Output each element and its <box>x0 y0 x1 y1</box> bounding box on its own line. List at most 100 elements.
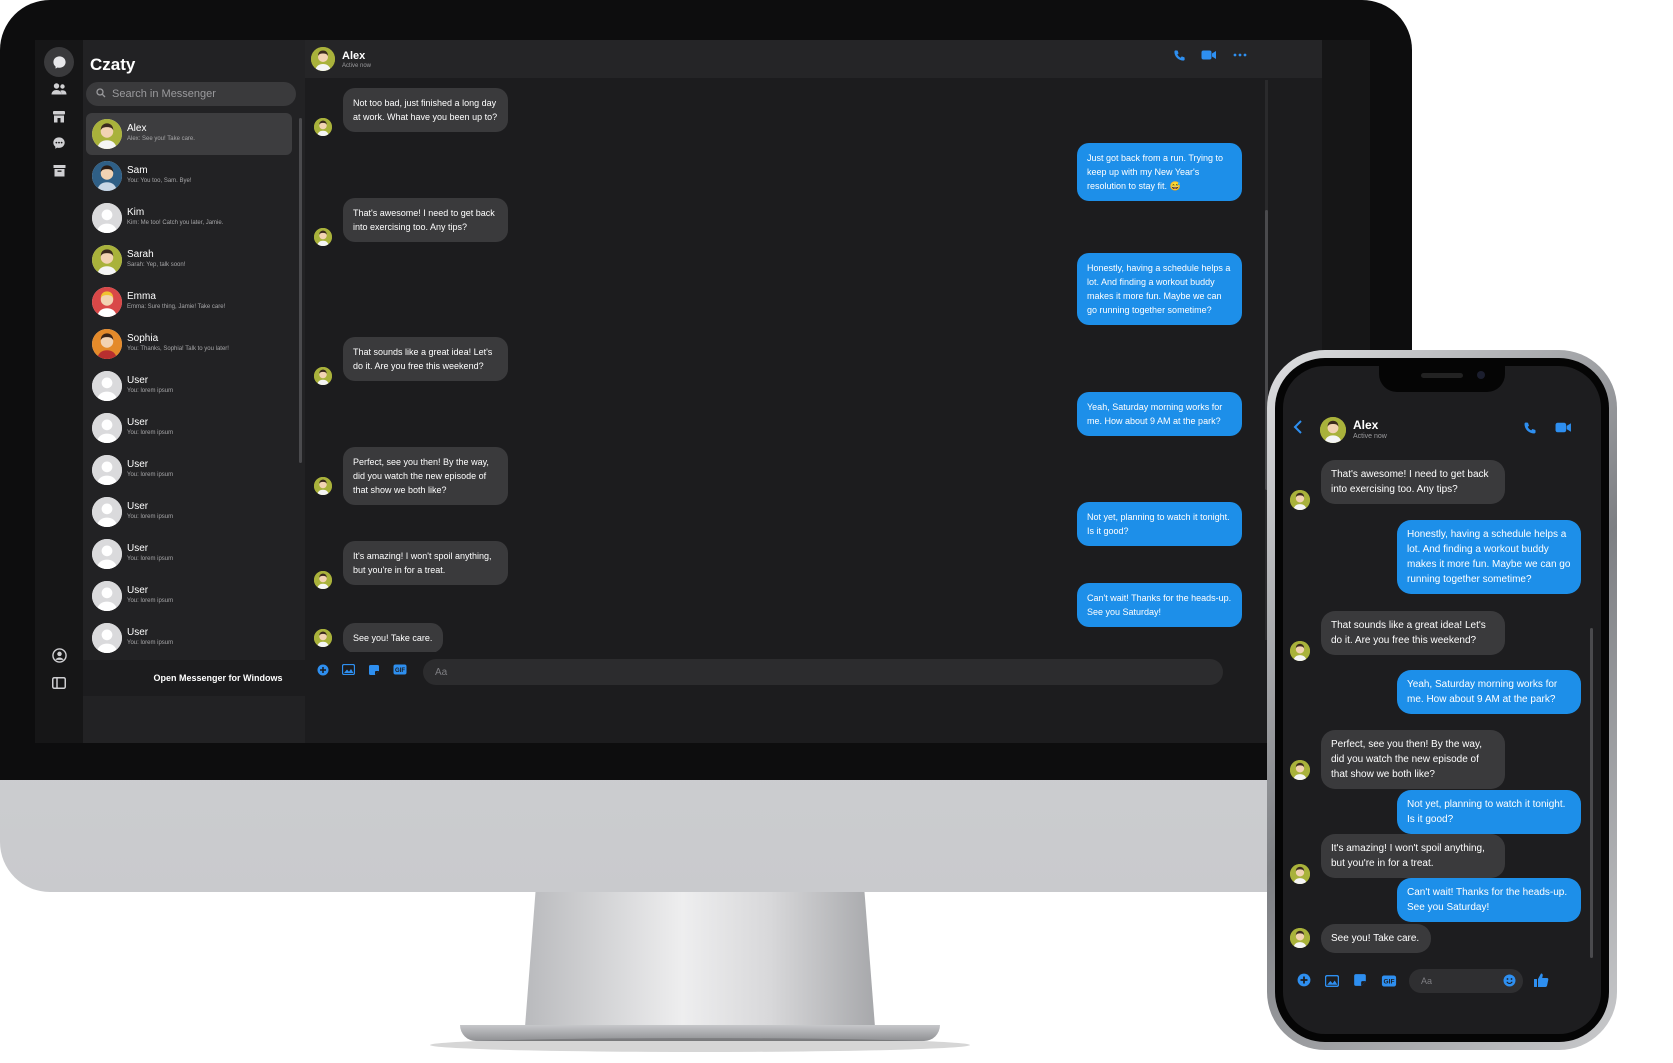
incoming-message[interactable]: It's amazing! I won't spoil anything, bu… <box>343 541 508 585</box>
contact-name: Alex <box>342 50 366 62</box>
chat-list-item[interactable]: Alex Alex: See you! Take care. <box>86 113 292 155</box>
phone-icon[interactable] <box>1173 49 1186 65</box>
sticker-icon[interactable] <box>1353 973 1367 990</box>
like-icon[interactable] <box>1533 972 1549 991</box>
incoming-message[interactable]: That sounds like a great idea! Let's do … <box>343 337 508 381</box>
mockup-stage: Czaty Alex Alex: See you! Take care. Sam Yo… <box>0 0 1673 1063</box>
incoming-message[interactable]: Not too bad, just finished a long day at… <box>343 88 508 132</box>
chat-preview: Alex: See you! Take care. <box>127 136 195 142</box>
outgoing-message[interactable]: Can't wait! Thanks for the heads-up. See… <box>1397 878 1581 922</box>
page-title: Czaty <box>90 55 136 74</box>
incoming-message[interactable]: That's awesome! I need to get back into … <box>343 198 508 242</box>
svg-text:GIF: GIF <box>395 668 405 674</box>
sidebar-toggle-icon[interactable] <box>44 668 74 698</box>
avatar <box>92 413 122 443</box>
mobile-message-composer: GIF <box>1283 960 1601 1004</box>
sticker-icon[interactable] <box>368 664 380 679</box>
incoming-message[interactable]: That sounds like a great idea! Let's do … <box>1321 611 1505 655</box>
outgoing-message[interactable]: Just got back from a run. Trying to keep… <box>1077 143 1242 201</box>
gif-icon[interactable]: GIF <box>393 664 407 678</box>
mobile-message-input[interactable] <box>1421 976 1501 986</box>
avatar <box>1290 760 1310 780</box>
incoming-message[interactable]: See you! Take care. <box>343 623 443 653</box>
outgoing-message[interactable]: Not yet, planning to watch it tonight. I… <box>1077 502 1242 546</box>
front-camera <box>1477 371 1485 379</box>
avatar <box>1290 864 1310 884</box>
avatar <box>92 245 122 275</box>
store-icon[interactable] <box>44 101 74 131</box>
chat-name: Alex <box>127 123 147 134</box>
more-icon[interactable] <box>1233 49 1247 64</box>
image-icon[interactable] <box>1324 974 1340 990</box>
incoming-message[interactable]: It's amazing! I won't spoil anything, bu… <box>1321 834 1505 878</box>
incoming-message[interactable]: See you! Take care. <box>1321 924 1431 953</box>
contact-status: Active now <box>342 63 372 69</box>
outgoing-message[interactable]: Honestly, having a schedule helps a lot.… <box>1077 253 1242 325</box>
back-icon[interactable] <box>1293 418 1303 441</box>
chat-preview: You: lorem ipsum <box>127 514 174 520</box>
outgoing-message[interactable]: Not yet, planning to watch it tonight. I… <box>1397 790 1581 834</box>
chat-name: Sarah <box>127 249 154 260</box>
chat-list-item[interactable]: User You: lorem ipsum <box>86 533 292 575</box>
iphone-notch <box>1379 366 1505 392</box>
incoming-message[interactable]: That's awesome! I need to get back into … <box>1321 460 1505 504</box>
mobile-conversation-header: Alex Active now <box>1283 410 1601 450</box>
account-icon[interactable] <box>44 640 74 670</box>
chat-name: User <box>127 585 149 596</box>
chat-list-item[interactable]: User You: lorem ipsum <box>86 365 292 407</box>
message-input[interactable] <box>435 666 1223 678</box>
chat-list-item[interactable]: Sophia You: Thanks, Sophia! Talk to you l… <box>86 323 292 365</box>
video-icon[interactable] <box>1555 421 1572 437</box>
plus-icon[interactable] <box>1297 973 1311 990</box>
avatar <box>92 581 122 611</box>
mobile-messenger-screen: Alex Active now That's awesome! I need t… <box>1283 366 1601 1034</box>
message-request-icon[interactable] <box>44 128 74 158</box>
chat-list-item[interactable]: User You: lorem ipsum <box>86 575 292 617</box>
avatar <box>314 571 332 589</box>
imac-stand <box>525 892 875 1027</box>
desktop-messenger-window: Czaty Alex Alex: See you! Take care. Sam Yo… <box>35 40 1370 743</box>
people-icon[interactable] <box>44 74 74 104</box>
avatar <box>92 329 122 359</box>
incoming-message[interactable]: Perfect, see you then! By the way, did y… <box>1321 730 1505 789</box>
iphone-frame: Alex Active now That's awesome! I need t… <box>1267 350 1617 1050</box>
chat-preview: You: lorem ipsum <box>127 472 174 478</box>
archive-icon[interactable] <box>44 155 74 185</box>
chat-preview: Sarah: Yep, talk soon! <box>127 262 186 268</box>
plus-icon[interactable] <box>317 664 329 679</box>
chat-list-item[interactable]: User You: lorem ipsum <box>86 407 292 449</box>
outgoing-message[interactable]: Yeah, Saturday morning works for me. How… <box>1077 392 1242 436</box>
chat-name: Emma <box>127 291 156 302</box>
contact-status: Active now <box>1353 433 1387 440</box>
imac-shadow <box>430 1038 970 1052</box>
chat-list-item[interactable]: User You: lorem ipsum <box>86 617 292 659</box>
chat-list-item[interactable]: User You: lorem ipsum <box>86 491 292 533</box>
chat-list-item[interactable]: Sarah Sarah: Yep, talk soon! <box>86 239 292 281</box>
video-icon[interactable] <box>1201 49 1217 64</box>
outgoing-message[interactable]: Can't wait! Thanks for the heads-up. See… <box>1077 583 1242 627</box>
avatar[interactable] <box>1320 417 1346 443</box>
chat-list-item[interactable]: User You: lorem ipsum <box>86 449 292 491</box>
image-icon[interactable] <box>341 663 356 678</box>
chat-list-item[interactable]: Kim Kim: Me too! Catch you later, Jamie. <box>86 197 292 239</box>
avatar[interactable] <box>311 47 335 71</box>
chat-list-item[interactable]: Emma Emma: Sure thing, Jamie! Take care! <box>86 281 292 323</box>
message-field <box>423 659 1223 685</box>
search-bar <box>86 82 296 106</box>
avatar <box>92 371 122 401</box>
chat-bubble-icon[interactable] <box>44 47 74 77</box>
outgoing-message[interactable]: Yeah, Saturday morning works for me. How… <box>1397 670 1581 714</box>
gif-icon[interactable]: GIF <box>1381 974 1397 990</box>
chat-preview: You: lorem ipsum <box>127 388 174 394</box>
mobile-scrollbar[interactable] <box>1590 628 1593 958</box>
outgoing-message[interactable]: Honestly, having a schedule helps a lot.… <box>1397 520 1581 594</box>
phone-icon[interactable] <box>1523 421 1537 438</box>
search-input[interactable] <box>112 88 282 100</box>
avatar <box>314 477 332 495</box>
emoji-icon[interactable] <box>1503 974 1516 990</box>
avatar <box>92 455 122 485</box>
chat-list-item[interactable]: Sam You: You too, Sam. Bye! <box>86 155 292 197</box>
chat-list-scrollbar[interactable] <box>299 118 302 463</box>
incoming-message[interactable]: Perfect, see you then! By the way, did y… <box>343 447 508 505</box>
chat-name: User <box>127 375 149 386</box>
